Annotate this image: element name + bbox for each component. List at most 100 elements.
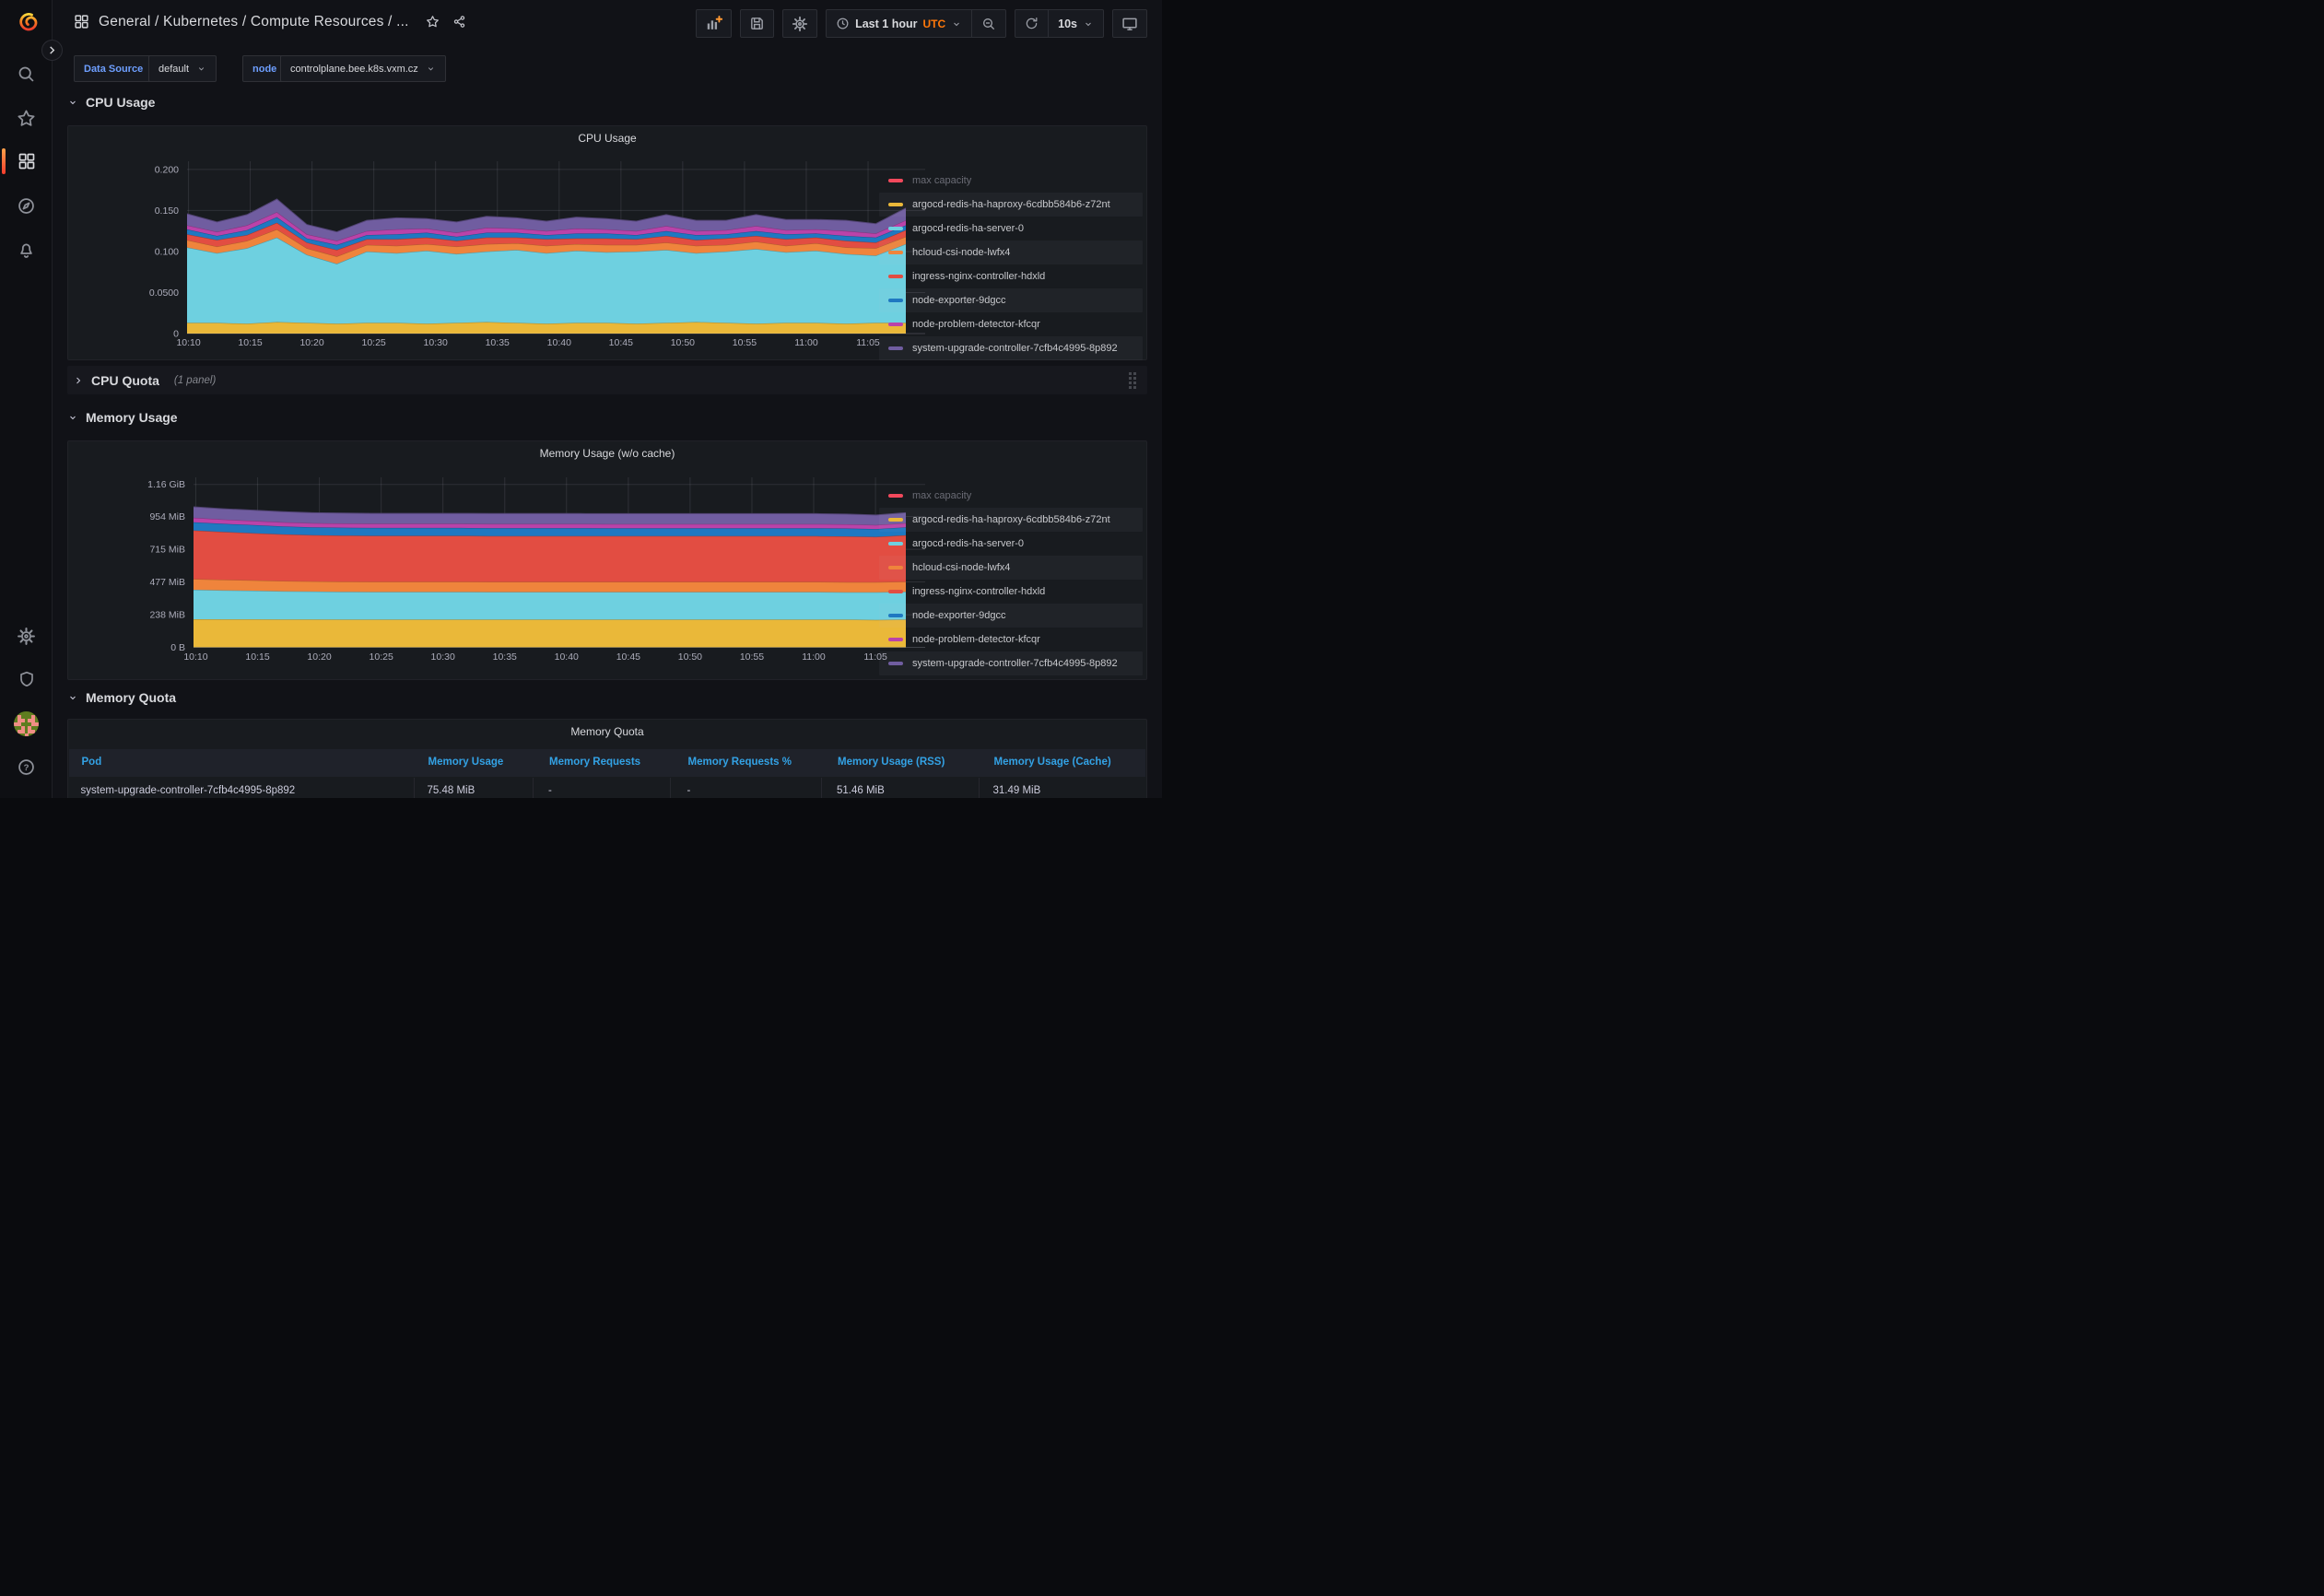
dashboards-grid-icon [18, 152, 36, 170]
x-axis-label: 10:30 [431, 651, 455, 663]
sidebar-item-explore[interactable] [0, 190, 53, 221]
legend-item[interactable]: argocd-redis-ha-haproxy-6cdbb584b6-z72nt [879, 193, 1143, 217]
section-header-cpu-usage[interactable]: CPU Usage [67, 91, 155, 113]
y-axis-label: 954 MiB [149, 511, 185, 522]
cycle-view-mode-button[interactable] [1112, 9, 1147, 38]
section-panel-count: (1 panel) [174, 375, 216, 386]
legend-swatch [888, 251, 903, 254]
legend-item[interactable]: argocd-redis-ha-server-0 [879, 217, 1143, 241]
star-icon [17, 109, 36, 128]
legend-item[interactable]: node-problem-detector-kfcqr [879, 312, 1143, 336]
legend-item[interactable]: ingress-nginx-controller-hdxld [879, 580, 1143, 604]
compass-icon [17, 196, 36, 216]
x-axis-label: 10:15 [245, 651, 269, 663]
grafana-logo[interactable] [0, 6, 53, 38]
sidebar-item-help[interactable]: ? [0, 751, 53, 782]
breadcrumb[interactable]: General / Kubernetes / Compute Resources… [74, 13, 468, 30]
legend-swatch [888, 614, 903, 617]
refresh-interval-picker[interactable]: 10s [1048, 10, 1103, 37]
dashboard-settings-button[interactable] [782, 9, 817, 38]
section-title: CPU Quota [91, 373, 159, 388]
legend-swatch [888, 227, 903, 230]
x-axis-label: 10:10 [176, 337, 200, 348]
y-axis-label: 0.200 [155, 164, 179, 175]
page-title: General / Kubernetes / Compute Resources… [99, 14, 409, 30]
variable-value-datasource[interactable]: default [148, 55, 217, 82]
chevron-down-icon [426, 64, 436, 74]
legend-item[interactable]: ingress-nginx-controller-hdxld [879, 264, 1143, 288]
x-axis-label: 10:35 [486, 337, 510, 348]
legend-label: node-exporter-9dgcc [912, 610, 1006, 621]
bell-icon [17, 241, 36, 260]
panel-memory-usage: Memory Usage (w/o cache) 10:1010:1510:20… [67, 440, 1147, 680]
section-title: Memory Quota [86, 690, 176, 705]
gear-icon [792, 16, 808, 32]
panel-cpu-usage: CPU Usage 10:1010:1510:2010:2510:3010:35… [67, 125, 1147, 360]
sidebar-item-alerting[interactable] [0, 234, 53, 265]
x-axis-label: 10:45 [616, 651, 640, 663]
star-dashboard-button[interactable] [424, 13, 441, 30]
sidebar-item-profile[interactable] [0, 708, 53, 739]
sidebar-item-dashboards[interactable] [0, 146, 53, 177]
x-axis-label: 10:10 [183, 651, 207, 663]
section-title: CPU Usage [86, 95, 155, 110]
legend-label: argocd-redis-ha-server-0 [912, 223, 1024, 234]
legend-item[interactable]: max capacity [879, 484, 1143, 508]
legend-item[interactable]: argocd-redis-ha-haproxy-6cdbb584b6-z72nt [879, 508, 1143, 532]
table-cell-value: - [548, 785, 552, 796]
variable-value-node[interactable]: controlplane.bee.k8s.vxm.cz [280, 55, 446, 82]
help-icon: ? [17, 757, 36, 777]
refresh-group: 10s [1015, 9, 1104, 38]
legend-item[interactable]: hcloud-csi-node-lwfx4 [879, 241, 1143, 264]
legend-item[interactable]: system-upgrade-controller-7cfb4c4995-8p8… [879, 336, 1143, 360]
sidebar-item-starred[interactable] [0, 102, 53, 134]
search-icon [17, 65, 36, 84]
legend-swatch [888, 590, 903, 593]
clock-icon [836, 17, 850, 30]
time-range-picker[interactable]: Last 1 hour UTC [827, 10, 971, 37]
x-axis-label: 10:20 [307, 651, 331, 663]
legend-label: ingress-nginx-controller-hdxld [912, 586, 1045, 597]
legend-swatch [888, 662, 903, 665]
sidebar-expand-button[interactable] [41, 40, 63, 61]
grafana-flame-icon [14, 9, 40, 35]
refresh-interval-label: 10s [1058, 18, 1077, 30]
active-indicator [2, 148, 6, 174]
share-icon [452, 15, 466, 29]
section-header-memory-usage[interactable]: Memory Usage [67, 406, 178, 428]
dashboard-grid-icon [74, 14, 89, 29]
legend-label: node-problem-detector-kfcqr [912, 634, 1040, 645]
add-panel-button[interactable] [696, 9, 732, 38]
variable-label-datasource: Data Source [74, 55, 153, 82]
section-header-cpu-quota[interactable]: CPU Quota (1 panel) [67, 366, 1147, 394]
sidebar-item-search[interactable] [0, 58, 53, 89]
svg-text:?: ? [24, 763, 29, 773]
grafana-dashboard: ? General / Kubernetes / Compute Resourc… [0, 0, 1162, 798]
section-header-memory-quota[interactable]: Memory Quota [67, 687, 176, 709]
legend-swatch [888, 638, 903, 641]
chevron-down-icon [67, 97, 78, 108]
toolbar: Last 1 hour UTC [696, 9, 1147, 38]
variable-selected-value: default [158, 64, 189, 75]
sidebar-item-server-admin[interactable] [0, 663, 53, 695]
row-drag-handle[interactable] [1129, 372, 1140, 388]
x-axis-label: 11:05 [856, 337, 880, 348]
zoom-out-time-button[interactable] [971, 10, 1005, 37]
cpu-usage-legend: max capacityargocd-redis-ha-haproxy-6cdb… [879, 169, 1143, 360]
refresh-button[interactable] [1015, 10, 1048, 37]
legend-item[interactable]: hcloud-csi-node-lwfx4 [879, 556, 1143, 580]
legend-item[interactable]: node-exporter-9dgcc [879, 604, 1143, 628]
chevron-right-icon [73, 375, 84, 386]
legend-item[interactable]: system-upgrade-controller-7cfb4c4995-8p8… [879, 651, 1143, 675]
legend-item[interactable]: node-problem-detector-kfcqr [879, 628, 1143, 651]
sidebar-item-configuration[interactable] [0, 620, 53, 651]
legend-label: hcloud-csi-node-lwfx4 [912, 247, 1010, 258]
share-dashboard-button[interactable] [451, 13, 468, 30]
legend-item[interactable]: node-exporter-9dgcc [879, 288, 1143, 312]
shield-icon [18, 670, 36, 688]
panel-memory-quota-table: Memory Quota PodMemory UsageMemory Reque… [67, 719, 1147, 798]
save-dashboard-button[interactable] [740, 9, 774, 38]
legend-item[interactable]: argocd-redis-ha-server-0 [879, 532, 1143, 556]
table-cell-value: 51.46 MiB [837, 785, 885, 796]
legend-item[interactable]: max capacity [879, 169, 1143, 193]
